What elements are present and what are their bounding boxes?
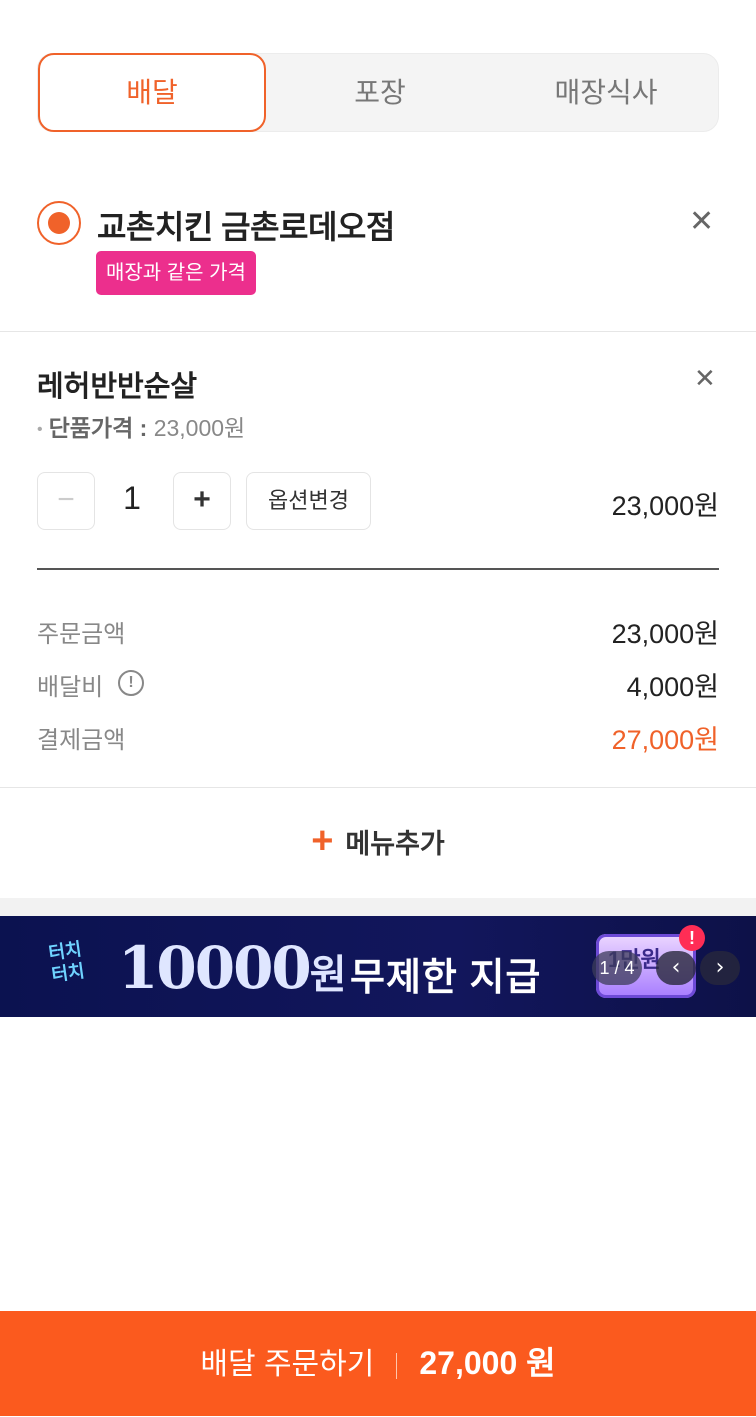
section-spacer	[0, 898, 756, 916]
item-name: 레허반반순살	[37, 371, 198, 403]
change-options-button[interactable]: 옵션변경	[246, 472, 371, 530]
banner-amount: 10000원	[118, 934, 347, 1002]
tab-takeout[interactable]: 포장	[266, 53, 494, 132]
item-total: 23,000원	[611, 491, 719, 521]
banner-headline: 무제한 지급	[350, 957, 542, 999]
store-name: 교촌치킨 금촌로데오점	[97, 209, 395, 245]
add-menu-label: 메뉴추가	[345, 829, 445, 859]
add-menu-button[interactable]: + 메뉴추가	[0, 820, 756, 863]
delivery-fee-label: 배달비	[37, 674, 104, 701]
promo-banner[interactable]: 터치터치 10000원 무제한 지급 1만원 !	[0, 916, 756, 1017]
banner-page-counter: 1 / 4	[592, 951, 642, 985]
alert-icon: !	[679, 925, 705, 951]
banner-touch-text: 터치 터치	[47, 938, 86, 986]
same-price-badge: 매장과 같은 가격	[96, 251, 256, 295]
unit-price-label: 단품가격 :	[48, 415, 148, 441]
unit-price: • 단품가격 : 23,000원	[37, 409, 245, 443]
chevron-right-icon[interactable]: ›	[700, 951, 740, 985]
divider	[0, 787, 756, 788]
divider	[0, 331, 756, 332]
order-amount-value: 23,000원	[611, 619, 719, 649]
store-radio-button[interactable]	[37, 201, 81, 245]
cta-label: 배달 주문하기	[200, 1348, 375, 1381]
payment-amount-label: 결제금액	[37, 727, 126, 754]
quantity-value: 1	[123, 480, 141, 516]
remove-item-icon[interactable]: ✕	[694, 364, 716, 394]
tab-dine-in[interactable]: 매장식사	[492, 53, 720, 132]
delivery-order-button[interactable]: 배달 주문하기 27,000 원	[0, 1311, 756, 1416]
cta-amount: 27,000 원	[419, 1345, 556, 1381]
plus-icon: +	[311, 820, 334, 862]
divider	[37, 568, 719, 570]
bullet: •	[37, 420, 43, 438]
info-icon[interactable]: !	[118, 670, 144, 696]
order-amount-label: 주문금액	[37, 621, 126, 648]
payment-amount-value: 27,000원	[611, 725, 719, 755]
delivery-fee-value: 4,000원	[626, 672, 719, 702]
cta-separator	[396, 1353, 398, 1380]
quantity-decrease-button[interactable]: −	[37, 472, 95, 530]
chevron-left-icon[interactable]: ‹	[656, 951, 696, 985]
tab-delivery[interactable]: 배달	[38, 53, 266, 132]
close-icon[interactable]: ✕	[689, 204, 714, 239]
unit-price-value: 23,000원	[153, 415, 246, 441]
order-type-tabs: 배달 포장 매장식사	[37, 53, 719, 132]
quantity-increase-button[interactable]: +	[173, 472, 231, 530]
